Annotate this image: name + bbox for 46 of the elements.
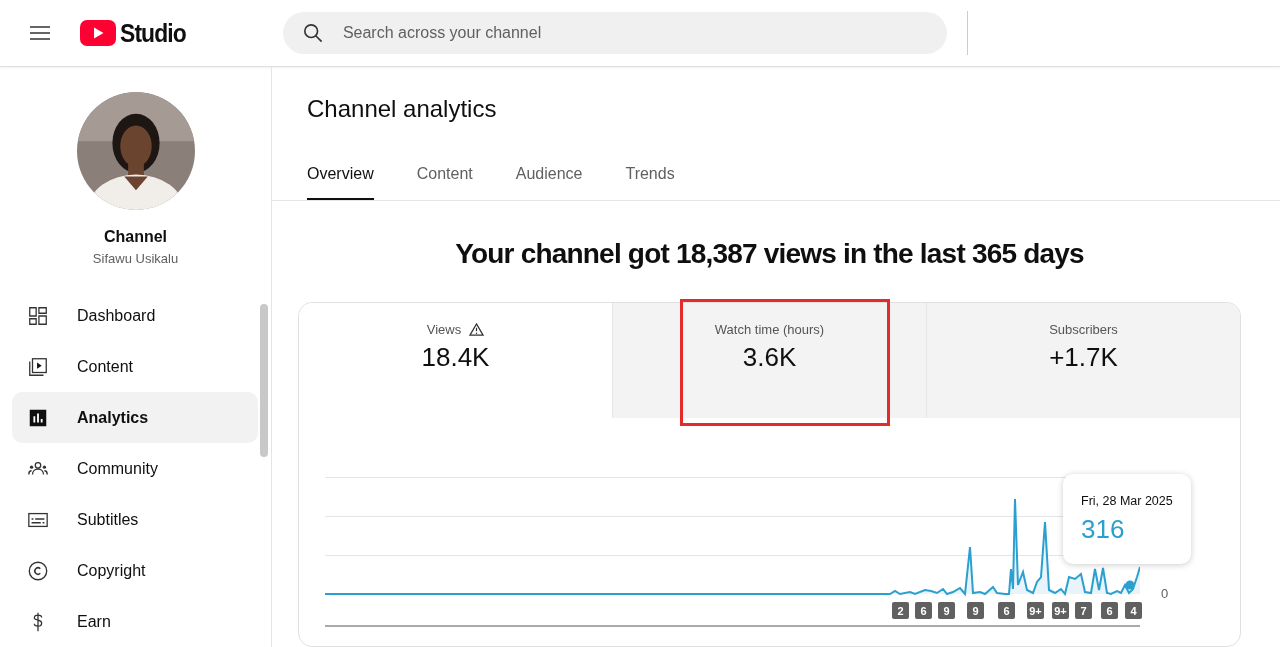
metric-label: Views xyxy=(426,322,462,337)
sidebar-item[interactable]: Analytics xyxy=(12,392,258,443)
copyright-icon xyxy=(27,559,49,582)
video-marker[interactable]: 4 xyxy=(1125,602,1142,619)
video-marker[interactable]: 9 xyxy=(967,602,984,619)
play-logo-icon xyxy=(80,20,116,46)
sidebar-item[interactable]: Content xyxy=(12,341,258,392)
video-icon xyxy=(27,355,49,378)
scrollbar[interactable] xyxy=(260,304,268,457)
video-marker[interactable]: 7 xyxy=(1075,602,1092,619)
search-field[interactable]: Search across your channel xyxy=(282,12,947,54)
sidebar-item[interactable]: Subtitles xyxy=(12,494,258,545)
metric-value: 18.4K xyxy=(421,342,490,373)
warning-icon xyxy=(469,323,485,336)
channel-name: Sifawu Usikalu xyxy=(92,251,179,266)
grid-icon xyxy=(27,304,49,327)
headline: Your channel got 18,387 views in the last 365 days xyxy=(454,238,1085,270)
sidebar-item[interactable]: Copyright xyxy=(12,545,258,596)
metric-tab[interactable]: Subscribers +1.7K xyxy=(926,303,1240,418)
logo-text: Studio xyxy=(120,17,186,49)
axis-label: 0 xyxy=(1161,586,1169,601)
sidebar-item[interactable]: Dashboard xyxy=(12,290,258,341)
tooltip-value: 316 xyxy=(1081,514,1126,545)
metric-value: 3.6K xyxy=(742,342,797,373)
metric-tab[interactable]: Watch time (hours) 3.6K xyxy=(612,303,926,418)
search-icon xyxy=(302,23,323,43)
video-marker[interactable]: 9+ xyxy=(1052,602,1069,619)
tab[interactable]: Content xyxy=(416,157,473,200)
video-marker[interactable]: 2 xyxy=(892,602,909,619)
video-marker[interactable]: 6 xyxy=(915,602,932,619)
tab[interactable]: Overview xyxy=(307,157,374,200)
metric-label: Watch time (hours) xyxy=(714,322,825,337)
tab[interactable]: Audience xyxy=(515,157,583,200)
tab[interactable]: Trends xyxy=(625,157,675,200)
tooltip-date: Fri, 28 Mar 2025 xyxy=(1081,494,1174,508)
video-marker[interactable]: 9+ xyxy=(1027,602,1044,619)
video-marker[interactable]: 6 xyxy=(1101,602,1118,619)
metric-label: Subscribers xyxy=(1049,322,1118,337)
sidebar-item[interactable]: Earn xyxy=(12,596,258,647)
metric-value: +1.7K xyxy=(1049,342,1118,373)
sidebar-item[interactable]: Community xyxy=(12,443,258,494)
video-marker[interactable]: 9 xyxy=(938,602,955,619)
menu-icon[interactable] xyxy=(30,26,50,40)
channel-label: Channel xyxy=(103,228,168,246)
video-marker[interactable]: 6 xyxy=(998,602,1015,619)
page-title: Channel analytics xyxy=(307,95,498,123)
